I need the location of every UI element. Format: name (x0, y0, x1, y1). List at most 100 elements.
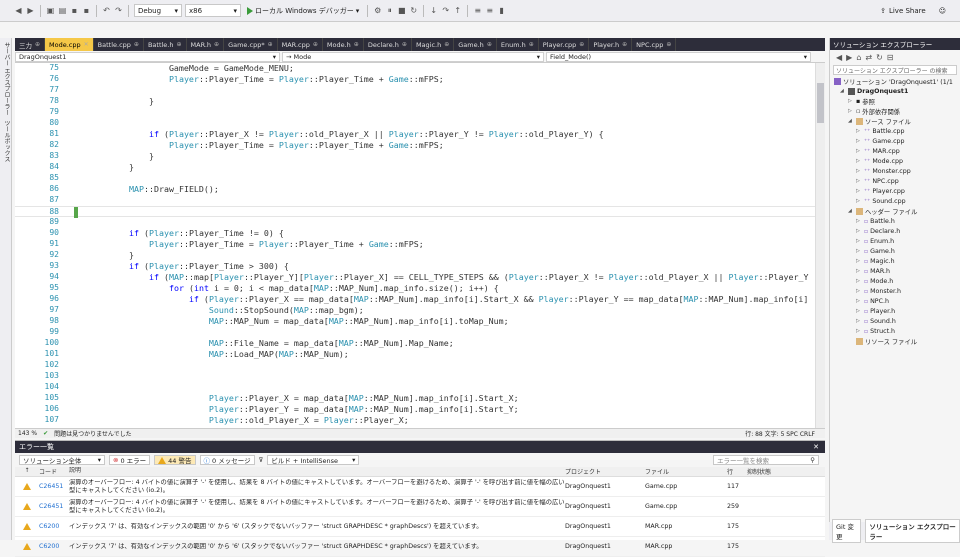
sync-icon[interactable]: ⇄ (865, 53, 872, 62)
tab-14[interactable]: NPC.cpp ⊕ (632, 38, 677, 51)
close-icon[interactable]: ✕ (84, 41, 89, 48)
code-line[interactable]: 76 Player::Player_Time = Player::Player_… (15, 74, 815, 85)
pin-icon[interactable]: ⊕ (444, 41, 449, 48)
error-code[interactable]: C26451 (39, 483, 69, 490)
tab-git-changes[interactable]: Git 変更 (832, 519, 862, 543)
pause-icon[interactable]: ⏸ (385, 6, 394, 15)
pin-icon[interactable]: ⊕ (268, 41, 273, 48)
pin-icon[interactable]: ⊕ (313, 41, 318, 48)
pin-icon[interactable]: ⊕ (666, 41, 671, 48)
bookmark-icon[interactable]: ▮ (497, 6, 506, 15)
new-item-icon[interactable]: ▣ (46, 6, 55, 15)
code-line[interactable]: 82 Player::Player_Time = Player::Player_… (15, 140, 815, 151)
error-code[interactable]: C26451 (39, 503, 69, 510)
solution-search-input[interactable]: ソリューション エクスプローラー の検索 (833, 65, 957, 75)
project-dropdown[interactable]: DragOnquest1 ▾ (15, 51, 280, 62)
forward-icon[interactable]: ▶ (26, 6, 35, 15)
tree-project[interactable]: ◢ DragOnquest1 (834, 86, 960, 96)
tree-file[interactable]: ▷ ⁺⁺ Mode.cpp (834, 156, 960, 166)
tree-file[interactable]: ▷ ⁺⁺ Monster.cpp (834, 166, 960, 176)
toolbox-tab[interactable]: ツールボックス (2, 120, 11, 162)
tab-0[interactable]: 三力 ⊕ (15, 38, 46, 51)
tab-3[interactable]: Battle.h ⊕ (144, 38, 187, 51)
save-all-icon[interactable]: ▪ (82, 6, 91, 15)
tab-9[interactable]: Magic.h ⊕ (412, 38, 455, 51)
live-share-button[interactable]: ⇪ Live Share ☺ (880, 7, 960, 15)
attach-icon[interactable]: ⚙ (373, 6, 382, 15)
code-line[interactable]: 84 } (15, 162, 815, 173)
scroll-thumb[interactable] (817, 83, 824, 123)
tree-file[interactable]: ▷ ▫ Sound.h (834, 316, 960, 326)
stop-icon[interactable]: ■ (397, 6, 406, 15)
tree-file[interactable]: ▷ ⁺⁺ Sound.cpp (834, 196, 960, 206)
code-line[interactable]: 89 (15, 217, 815, 228)
tree-file[interactable]: ▷ ⁺⁺ Battle.cpp (834, 126, 960, 136)
pin-icon[interactable]: ⊕ (176, 41, 181, 48)
tree-file[interactable]: ▷ ▫ Player.h (834, 306, 960, 316)
uncomment-icon[interactable]: ≡ (485, 6, 494, 15)
code-line[interactable]: 103 (15, 371, 815, 382)
column-file[interactable]: ファイル (645, 467, 727, 476)
run-debugger-button[interactable]: ローカル Windows デバッガー ▾ (244, 6, 362, 16)
code-line[interactable]: 77 (15, 85, 815, 96)
code-line[interactable]: 98 MAP::MAP_Num = map_data[MAP::MAP_Num]… (15, 316, 815, 327)
code-line[interactable]: 81 if (Player::Player_X != Player::old_P… (15, 129, 815, 140)
step-over-icon[interactable]: ↷ (441, 6, 450, 15)
tab-2[interactable]: Battle.cpp ⊕ (94, 38, 144, 51)
column-code[interactable]: コード (39, 467, 69, 476)
code-line[interactable]: 107 Player::old_Player_X = Player::Playe… (15, 415, 815, 426)
code-line[interactable]: 96 if (Player::Player_X == map_data[MAP:… (15, 294, 815, 305)
tree-file[interactable]: ▷ ▫ Battle.h (834, 216, 960, 226)
code-line[interactable]: 105 Player::Player_X = map_data[MAP::MAP… (15, 393, 815, 404)
build-filter-select[interactable]: ビルド + IntelliSense ▾ (267, 455, 360, 465)
column-description[interactable]: 説明 (69, 467, 565, 476)
pin-icon[interactable]: ⊕ (214, 41, 219, 48)
back-icon[interactable]: ◀ (14, 6, 23, 15)
tab-10[interactable]: Game.h ⊕ (454, 38, 497, 51)
undo-icon[interactable]: ↶ (102, 6, 111, 15)
pin-icon[interactable]: ⊕ (35, 41, 40, 48)
pin-icon[interactable]: ⊕ (134, 41, 139, 48)
code-line[interactable]: 99 (15, 327, 815, 338)
tree-file[interactable]: ▷ ⁺⁺ Player.cpp (834, 186, 960, 196)
server-explorer-tab[interactable]: サーバー エクスプローラー (2, 42, 11, 116)
tab-8[interactable]: Declare.h ⊕ (364, 38, 412, 51)
step-into-icon[interactable]: ↓ (429, 6, 438, 15)
tree-external-deps[interactable]: ▷ ▫ 外部依存関係 (834, 106, 960, 116)
redo-icon[interactable]: ↷ (114, 6, 123, 15)
tree-file[interactable]: ▷ ⁺⁺ Game.cpp (834, 136, 960, 146)
tree-file[interactable]: ▷ ▫ Magic.h (834, 256, 960, 266)
pin-icon[interactable]: ⊕ (487, 41, 492, 48)
tree-file[interactable]: ▷ ▫ MAR.h (834, 266, 960, 276)
tab-13[interactable]: Player.h ⊕ (589, 38, 633, 51)
tab-6[interactable]: MAR.cpp ⊕ (278, 38, 323, 51)
open-icon[interactable]: ▤ (58, 6, 67, 15)
column-line[interactable]: 行 (727, 467, 747, 476)
code-line[interactable]: 101 MAP::Load_MAP(MAP::MAP_Num); (15, 349, 815, 360)
code-line[interactable]: 95 for (int i = 0; i < map_data[MAP::MAP… (15, 283, 815, 294)
code-line[interactable]: 106 Player::Player_Y = map_data[MAP::MAP… (15, 404, 815, 415)
save-icon[interactable]: ▪ (70, 6, 79, 15)
table-row[interactable]: C26451 演算のオーバーフロー: 4 バイトの値に演算子 '-' を使用し、結… (15, 477, 825, 497)
column-suppression[interactable]: 抑制状態 (747, 467, 807, 476)
code-line[interactable]: 94 if (MAP::map[Player::Player_Y][Player… (15, 272, 815, 283)
code-line[interactable]: 90 if (Player::Player_Time != 0) { (15, 228, 815, 239)
tab-5[interactable]: Game.cpp* ⊕ (224, 38, 278, 51)
pin-icon[interactable]: ⊕ (354, 41, 359, 48)
tree-file[interactable]: ▷ ⁺⁺ NPC.cpp (834, 176, 960, 186)
code-line[interactable]: 85 (15, 173, 815, 184)
code-line[interactable]: 87 (15, 195, 815, 206)
scope-select[interactable]: ソリューション全体 ▾ (19, 455, 105, 465)
config-select[interactable]: Debug ▾ (134, 4, 182, 17)
filter-icon[interactable]: ⊽ (259, 456, 264, 464)
tab-12[interactable]: Player.cpp ⊕ (539, 38, 590, 51)
pin-icon[interactable]: ⊕ (579, 41, 584, 48)
tree-source-folder[interactable]: ◢ ソース ファイル (834, 116, 960, 126)
forward-icon[interactable]: ▶ (846, 53, 852, 62)
code-line[interactable]: 83 } (15, 151, 815, 162)
errors-filter-button[interactable]: ⊗ 0 エラー (109, 455, 151, 465)
collapse-all-icon[interactable]: ⊟ (887, 53, 894, 62)
error-search-input[interactable]: エラー一覧を検索 ⚲ (713, 455, 819, 465)
tree-header-folder[interactable]: ◢ ヘッダー ファイル (834, 206, 960, 216)
tree-file[interactable]: ▷ ⁺⁺ MAR.cpp (834, 146, 960, 156)
